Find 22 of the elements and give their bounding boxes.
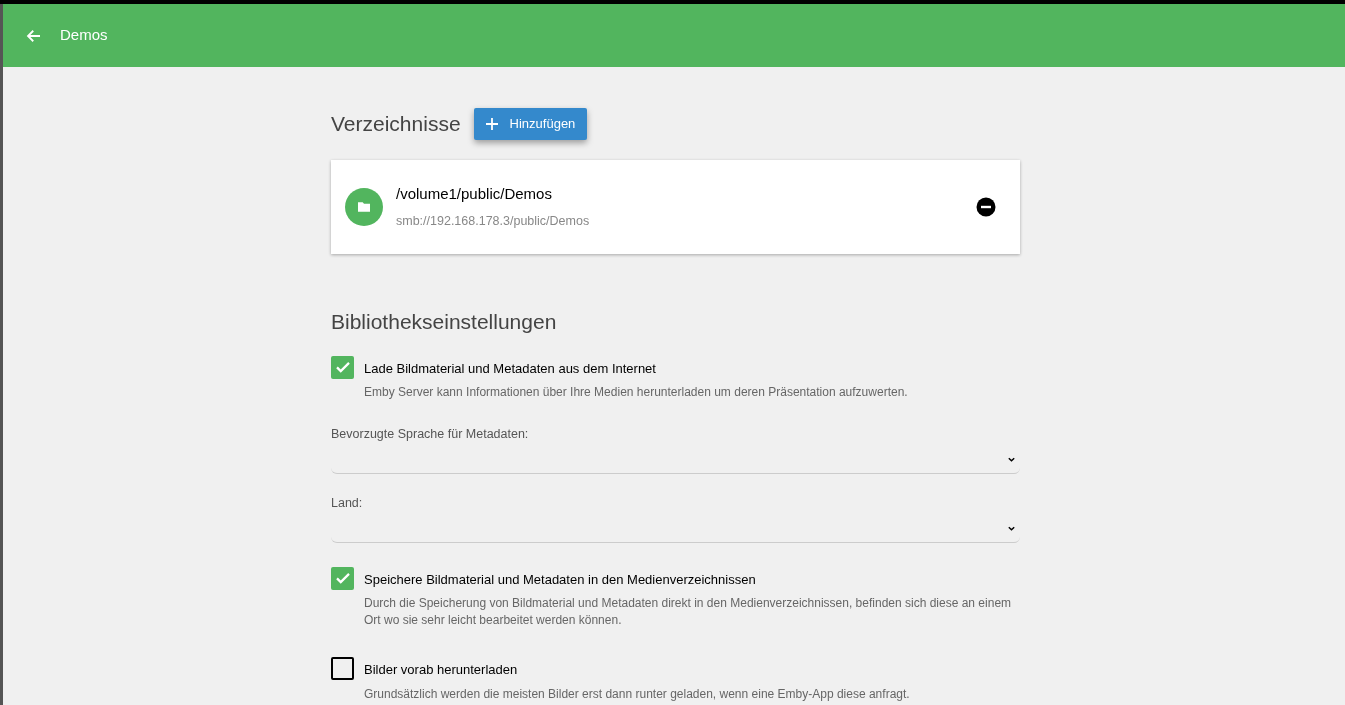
chevron-down-icon xyxy=(1007,455,1016,465)
field-label: Bevorzugte Sprache für Metadaten: xyxy=(331,426,530,443)
checkbox-description: Emby Server kann Informationen über Ihre Medien herunterladen um deren Präsentation aufzuwerten. xyxy=(364,384,908,401)
checkbox[interactable] xyxy=(331,355,354,379)
checkbox-label: Lade Bildmaterial und Metadaten aus dem Internet xyxy=(364,359,657,378)
remove-icon[interactable] xyxy=(976,197,996,217)
checkbox[interactable] xyxy=(331,657,354,680)
checkbox-description: Durch die Speicherung von Bildmaterial und Metadaten direkt in den Medienverzeichnissen, befinden sich diese an einem Ort wo sie sehr leicht bearbeitet werden können. xyxy=(364,595,1013,629)
add-button[interactable]: Hinzufügen xyxy=(473,108,588,140)
field-label: Land: xyxy=(331,494,364,512)
checkbox-label: Speichere Bildmaterial und Metadaten in den Medienverzeichnissen xyxy=(364,570,757,589)
section-heading: Bibliothekseinstellungen xyxy=(331,309,558,335)
plus-icon xyxy=(485,118,498,130)
section-heading: Verzeichnisse xyxy=(331,111,461,138)
network-path: smb://192.168.178.3/public/Demos xyxy=(396,212,591,230)
page-title: Demos xyxy=(60,25,108,46)
checkbox[interactable] xyxy=(331,566,354,590)
chevron-down-icon xyxy=(1007,524,1016,533)
folder-path: /volume1/public/Demos xyxy=(396,184,553,205)
checkbox-label: Bilder vorab herunterladen xyxy=(364,661,519,679)
folder-icon xyxy=(345,188,383,226)
checkbox-description: Grundsätzlich werden die meisten Bilder erst dann runter geladen, wenn eine Emby-App diese anfragt. xyxy=(364,685,910,703)
